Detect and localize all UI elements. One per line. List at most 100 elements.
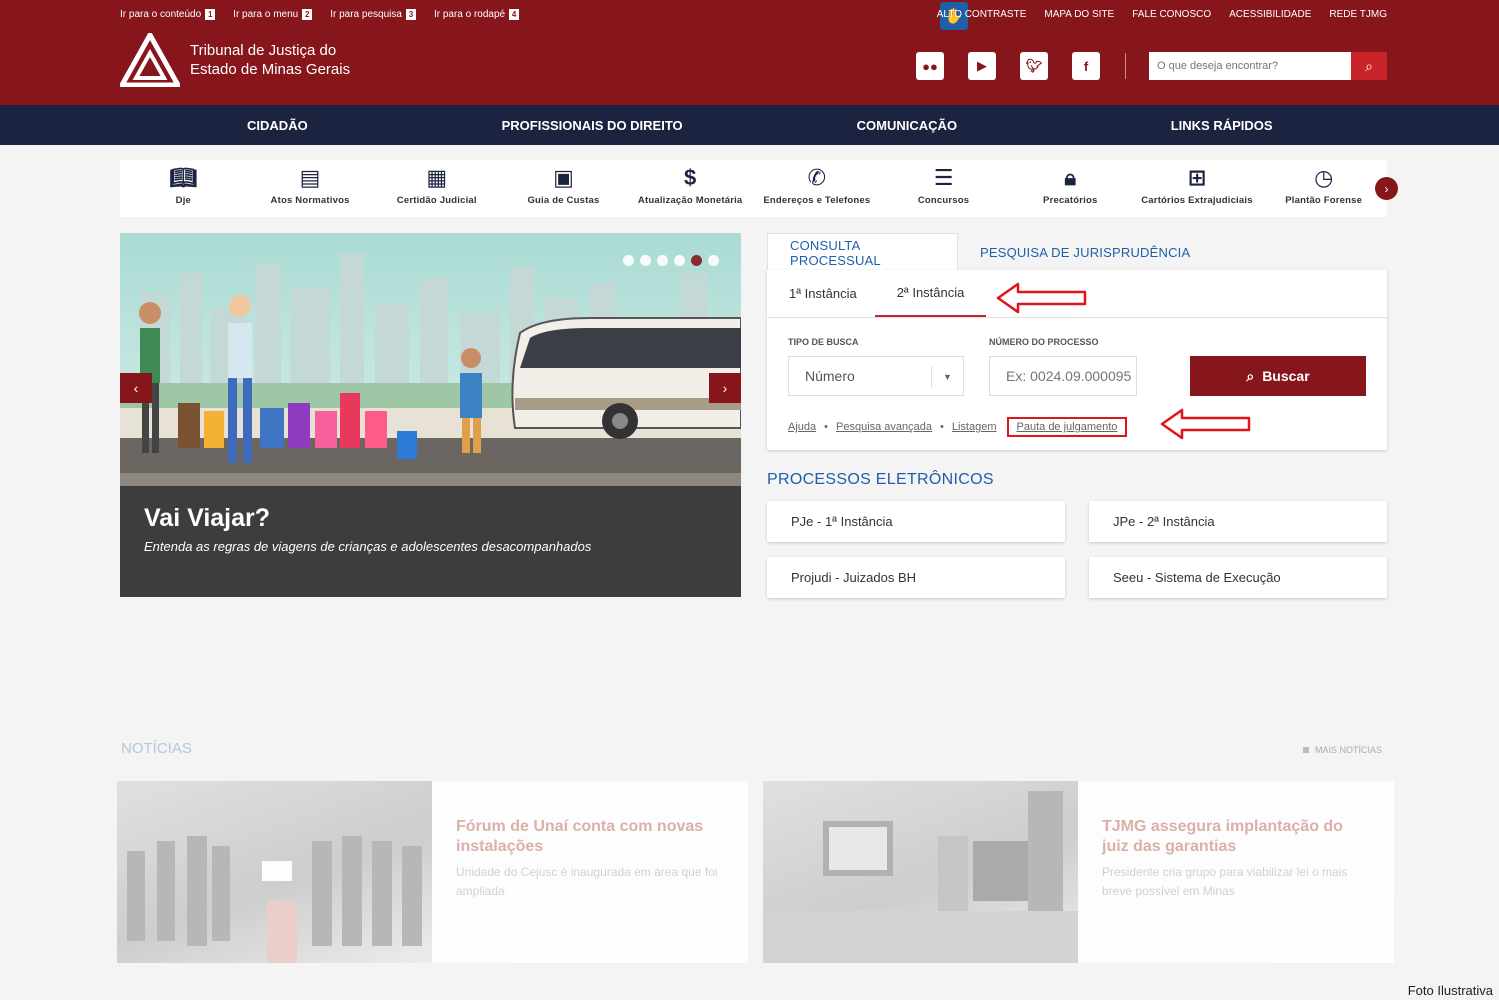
quick-plantao-forense[interactable]: ◷ Plantão Forense xyxy=(1260,160,1387,217)
phone-icon: ✆ xyxy=(807,165,827,190)
fale-conosco-link[interactable]: FALE CONOSCO xyxy=(1132,9,1211,20)
lock-dollar-icon: 🔒︎ xyxy=(1064,165,1077,190)
skip-link-footer[interactable]: Ir para o rodapé 4 xyxy=(434,9,520,20)
annotation-arrow-icon xyxy=(1160,408,1251,440)
quick-guia-de-custas[interactable]: ▣ Guia de Custas xyxy=(500,160,627,217)
carousel-illustration xyxy=(120,233,741,486)
youtube-icon[interactable]: ▶ xyxy=(968,52,996,80)
quick-atualizacao-monetaria[interactable]: $ Atualização Monetária xyxy=(627,160,754,217)
news-title: Fórum de Unaí conta com novas instalaçõe… xyxy=(456,818,704,855)
chevron-left-icon: ‹ xyxy=(133,380,139,396)
search-icon: ⌕ xyxy=(1246,367,1255,384)
list-icon: ☰ xyxy=(933,165,954,190)
header-divider xyxy=(1125,53,1126,79)
tab-pesquisa-jurisprudencia[interactable]: PESQUISA DE JURISPRUDÊNCIA xyxy=(958,233,1212,271)
document-icon: ▤ xyxy=(299,165,321,190)
news-photo xyxy=(117,781,432,963)
annotation-arrow-icon xyxy=(996,282,1087,314)
processos-title: PROCESSOS ELETRÔNICOS xyxy=(767,471,994,488)
news-summary: Presidente cria grupo para viabilizar le… xyxy=(1102,865,1348,898)
logo-line-1: Tribunal de Justiça do xyxy=(190,42,337,59)
book-icon: 📖︎ xyxy=(169,165,198,190)
quick-concursos[interactable]: ☰ Concursos xyxy=(880,160,1007,217)
listagem-link[interactable]: Listagem xyxy=(952,421,997,433)
quick-precatorios[interactable]: 🔒︎ Precatórios xyxy=(1007,160,1134,217)
quick-dje[interactable]: 📖︎ Dje xyxy=(120,160,247,217)
carousel-next-button[interactable]: › xyxy=(709,373,741,403)
social-links: ●● ▶ 🐦︎ f xyxy=(916,52,1100,80)
search-button[interactable]: ⌕ xyxy=(1351,52,1387,80)
twitter-icon[interactable]: 🐦︎ xyxy=(1020,52,1048,80)
carousel-dot-3[interactable] xyxy=(657,255,668,266)
tab-consulta-processual[interactable]: CONSULTA PROCESSUAL xyxy=(767,233,958,271)
numero-processo-label: NÚMERO DO PROCESSO xyxy=(989,337,1099,347)
carousel-caption[interactable]: Vai Viajar? Entenda as regras de viagens… xyxy=(120,486,741,597)
skip-link-search[interactable]: Ir para pesquisa 3 xyxy=(330,9,416,20)
facebook-icon[interactable]: f xyxy=(1072,52,1100,80)
consulta-links: Ajuda • Pesquisa avançada • Listagem Pauta… xyxy=(788,417,1128,437)
news-carousel: ‹ › Vai Viajar? Entenda as regras de via… xyxy=(120,233,741,597)
logo-line-2: Estado de Minas Gerais xyxy=(190,61,351,78)
quick-certidao-judicial[interactable]: ▦ Certidão Judicial xyxy=(373,160,500,217)
tipo-busca-select[interactable]: Número ▼ xyxy=(788,356,964,396)
skip-link-content[interactable]: Ir para o conteúdo 1 xyxy=(120,9,216,20)
chevron-down-icon: ▼ xyxy=(931,366,963,388)
quick-atos-normativos[interactable]: ▤ Atos Normativos xyxy=(247,160,374,217)
acessibilidade-link[interactable]: ACESSIBILIDADE xyxy=(1229,9,1311,20)
carousel-dot-1[interactable] xyxy=(623,255,634,266)
site-search: ⌕ xyxy=(1149,52,1387,80)
nav-profissionais[interactable]: PROFISSIONAIS DO DIREITO xyxy=(435,118,750,133)
certificate-icon: ▦ xyxy=(426,165,448,190)
carousel-prev-button[interactable]: ‹ xyxy=(120,373,152,403)
tjmg-logo[interactable]: Tribunal de Justiça do Estado de Minas G… xyxy=(120,33,350,87)
utility-links: ALTO CONTRASTE MAPA DO SITE FALE CONOSCO… xyxy=(937,9,1387,20)
carousel-dot-5-active[interactable] xyxy=(691,255,702,266)
buscar-button[interactable]: ⌕ Buscar xyxy=(1190,356,1366,396)
carousel-dot-2[interactable] xyxy=(640,255,651,266)
pje-1-instancia-button[interactable]: PJe - 1ª Instância xyxy=(767,501,1065,542)
search-input[interactable] xyxy=(1149,52,1351,80)
quick-enderecos-telefones[interactable]: ✆ Endereços e Telefones xyxy=(754,160,881,217)
subtab-2-instancia[interactable]: 2ª Instância xyxy=(874,270,987,317)
carousel-dot-6[interactable] xyxy=(708,255,719,266)
tipo-busca-label: TIPO DE BUSCA xyxy=(788,337,859,347)
jpe-2-instancia-button[interactable]: JPe - 2ª Instância xyxy=(1089,501,1387,542)
mapa-do-site-link[interactable]: MAPA DO SITE xyxy=(1044,9,1114,20)
projudi-button[interactable]: Projudi - Juizados BH xyxy=(767,557,1065,598)
pesquisa-avancada-link[interactable]: Pesquisa avançada xyxy=(836,421,932,433)
quick-cartorios[interactable]: ⊞ Cartórios Extrajudiciais xyxy=(1134,160,1261,217)
carousel-dots xyxy=(623,255,719,266)
numero-processo-input[interactable] xyxy=(989,356,1137,396)
ajuda-link[interactable]: Ajuda xyxy=(788,421,816,433)
main-nav: CIDADÃO PROFISSIONAIS DO DIREITO COMUNIC… xyxy=(0,105,1499,145)
building-icon: ⊞ xyxy=(1187,165,1207,190)
subtab-1-instancia[interactable]: 1ª Instância xyxy=(789,270,857,317)
nav-cidadao[interactable]: CIDADÃO xyxy=(120,118,435,133)
pauta-julgamento-link[interactable]: Pauta de julgamento xyxy=(1017,421,1118,433)
carousel-dot-4[interactable] xyxy=(674,255,685,266)
top-header: Ir para o conteúdo 1 Ir para o menu 2 Ir p… xyxy=(0,0,1499,105)
quick-access-bar: 📖︎ Dje ▤ Atos Normativos ▦ Certidão Judicia… xyxy=(120,160,1387,217)
nav-links-rapidos[interactable]: LINKS RÁPIDOS xyxy=(1064,118,1379,133)
alto-contraste-link[interactable]: ALTO CONTRASTE xyxy=(937,9,1027,20)
news-photo xyxy=(763,781,1078,963)
news-card[interactable]: TJMG assegura implantação do juiz das ga… xyxy=(763,781,1394,963)
carousel-title: Vai Viajar? xyxy=(144,504,271,532)
photo-credit: Foto Ilustrativa xyxy=(1407,983,1493,998)
nav-comunicacao[interactable]: COMUNICAÇÃO xyxy=(750,118,1065,133)
travel-scene-image xyxy=(120,253,741,486)
seeu-button[interactable]: Seeu - Sistema de Execução xyxy=(1089,557,1387,598)
square-icon xyxy=(1303,747,1309,753)
news-summary: Unidade do Cejusc é inaugurada em área q… xyxy=(456,865,718,898)
flickr-icon[interactable]: ●● xyxy=(916,52,944,80)
skip-links: Ir para o conteúdo 1 Ir para o menu 2 Ir p… xyxy=(120,9,520,20)
skip-link-menu[interactable]: Ir para o menu 2 xyxy=(233,9,313,20)
triangle-logo-icon xyxy=(120,33,180,87)
noticias-title: NOTÍCIAS xyxy=(121,740,192,757)
dollar-icon: $ xyxy=(684,165,697,190)
quick-next-arrow-icon[interactable]: › xyxy=(1375,177,1398,200)
mais-noticias-link[interactable]: MAIS NOTÍCIAS xyxy=(1303,745,1382,755)
pauta-highlight-box: Pauta de julgamento xyxy=(1006,417,1128,437)
news-card[interactable]: Fórum de Unaí conta com novas instalaçõe… xyxy=(117,781,748,963)
rede-tjmg-link[interactable]: REDE TJMG xyxy=(1329,9,1387,20)
